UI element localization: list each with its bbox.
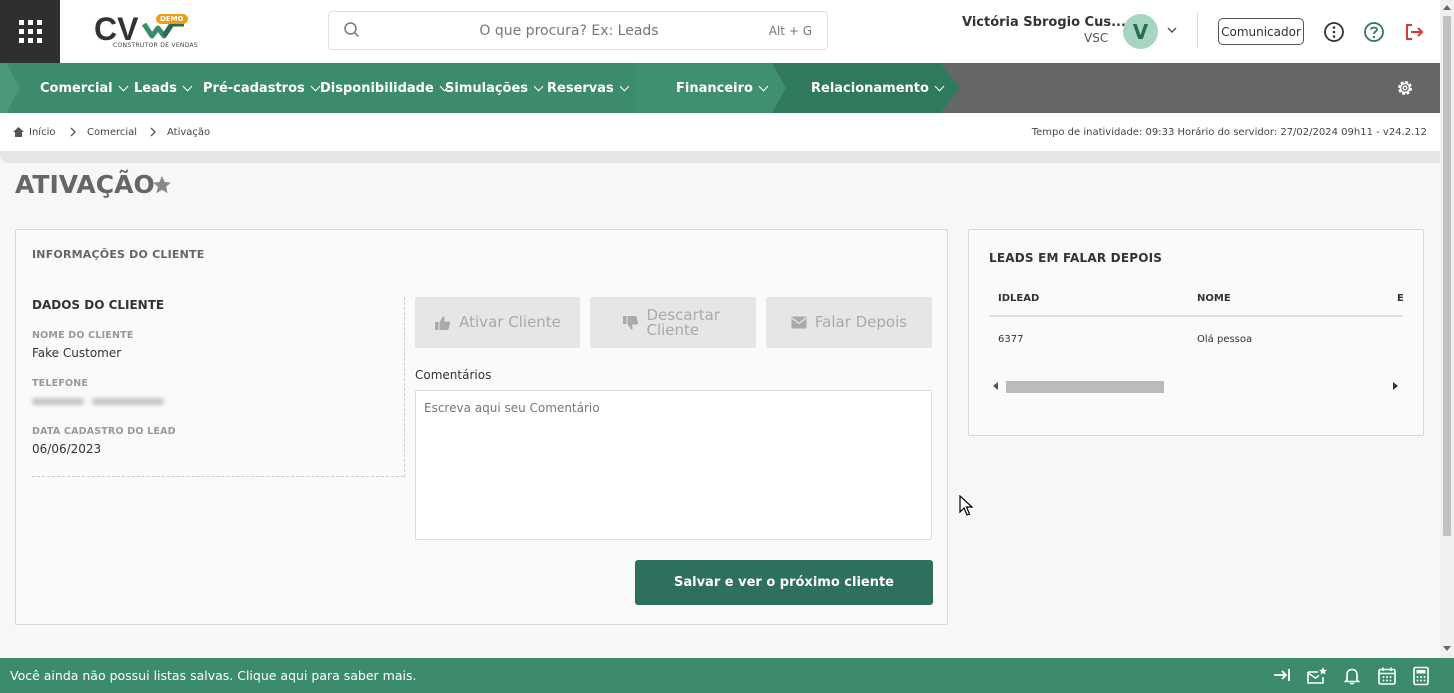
chevron-down-icon — [118, 81, 129, 91]
calculator-icon[interactable] — [1412, 666, 1430, 686]
discard-client-button[interactable]: Descartar Cliente — [590, 297, 756, 348]
chevron-down-icon — [619, 81, 630, 91]
search-icon — [344, 22, 360, 38]
user-org: VSC — [1084, 31, 1109, 45]
breadcrumb-home[interactable]: Início — [29, 127, 55, 138]
cell-nome: Olá pessoa — [1197, 334, 1253, 345]
scroll-left-arrow[interactable] — [993, 382, 998, 390]
cell-idlead: 6377 — [998, 334, 1024, 345]
lead-date-value: 06/06/2023 — [32, 442, 102, 456]
home-icon[interactable] — [12, 126, 25, 138]
chevron-down-icon[interactable] — [1166, 24, 1178, 36]
footer-bar: Você ainda não possui listas salvas. Cli… — [0, 658, 1454, 693]
section-title: DADOS DO CLIENTE — [32, 298, 165, 312]
chevron-down-icon — [758, 81, 769, 91]
thumbs-up-icon — [435, 316, 451, 330]
apps-menu-button[interactable] — [0, 0, 60, 63]
nav-item-pre-cadastros[interactable]: Pré-cadastros — [203, 63, 321, 113]
comments-label: Comentários — [415, 368, 492, 382]
search-shortcut: Alt + G — [768, 24, 812, 38]
logo-subtitle: CONSTRUTOR DE VENDAS — [113, 42, 199, 49]
column-header-idlead[interactable]: IDLEAD — [998, 293, 1039, 304]
gear-icon[interactable] — [1395, 78, 1415, 98]
save-next-button[interactable]: Salvar e ver o próximo cliente — [635, 560, 933, 605]
breadcrumb-ativacao: Ativação — [167, 127, 211, 138]
nav-item-simulacoes[interactable]: Simulações — [445, 63, 544, 113]
leads-later-card: LEADS EM FALAR DEPOIS IDLEAD NOME E 6377… — [968, 229, 1424, 436]
calendar-icon[interactable] — [1377, 666, 1397, 686]
nav-item-comercial[interactable]: Comercial — [40, 63, 129, 113]
card-title: INFORMAÇÕES DO CLIENTE — [32, 248, 205, 261]
logout-icon[interactable] — [1403, 21, 1425, 43]
nav-item-disponibilidade[interactable]: Disponibilidade — [320, 63, 450, 113]
phone-label: TELEFONE — [32, 378, 89, 389]
envelope-icon — [791, 316, 807, 329]
chevron-down-icon — [934, 81, 945, 91]
thumbs-down-icon — [622, 315, 638, 329]
saved-lists-notice[interactable]: Você ainda não possui listas salvas. Cli… — [10, 668, 416, 683]
chevron-down-icon — [310, 81, 321, 91]
nav-item-leads[interactable]: Leads — [134, 63, 193, 113]
top-header: CV DEMO CONSTRUTOR DE VENDAS Alt + G Vic… — [0, 0, 1440, 63]
breadcrumb-comercial[interactable]: Comercial — [87, 127, 137, 138]
phone-value-blurred — [32, 394, 166, 408]
bell-icon[interactable] — [1343, 666, 1361, 686]
scroll-down-arrow[interactable] — [1443, 646, 1451, 651]
page-title: ATIVAÇÃO — [15, 170, 155, 199]
client-name-label: NOME DO CLIENTE — [32, 330, 134, 341]
chevron-down-icon — [533, 81, 544, 91]
chevron-right-icon — [150, 127, 156, 137]
column-header-nome[interactable]: NOME — [1197, 293, 1231, 304]
grid-icon — [18, 20, 42, 43]
talk-later-button[interactable]: Falar Depois — [766, 297, 932, 348]
user-name[interactable]: Victória Sbrogio Cus... — [962, 15, 1126, 30]
more-options-icon[interactable] — [1323, 21, 1345, 43]
scroll-right-arrow[interactable] — [1393, 382, 1398, 390]
breadcrumb: Início Comercial Ativação Tempo de inati… — [0, 113, 1440, 153]
star-icon[interactable] — [151, 175, 173, 195]
nav-item-reservas[interactable]: Reservas — [547, 63, 630, 113]
chevron-down-icon — [182, 81, 193, 91]
lead-date-label: DATA CADASTRO DO LEAD — [32, 426, 176, 437]
comments-textarea[interactable] — [415, 390, 932, 540]
global-search[interactable]: Alt + G — [328, 11, 828, 50]
scroll-up-arrow[interactable] — [1443, 5, 1451, 10]
scrollbar-thumb[interactable] — [1443, 16, 1451, 536]
collapse-right-icon[interactable] — [1272, 666, 1292, 684]
mail-star-icon[interactable] — [1306, 666, 1328, 686]
client-info-card: INFORMAÇÕES DO CLIENTE DADOS DO CLIENTE … — [15, 229, 948, 625]
activate-client-button[interactable]: Ativar Cliente — [415, 297, 580, 348]
communicator-button[interactable]: Comunicador — [1218, 18, 1304, 45]
logo-demo-badge: DEMO — [156, 14, 188, 24]
chevron-right-icon — [70, 127, 76, 137]
search-input[interactable] — [369, 12, 769, 49]
client-name-value: Fake Customer — [32, 346, 122, 360]
main-nav: Comercial Leads Pré-cadastros Disponibil… — [0, 63, 1440, 113]
server-status: Tempo de inatividade: 09:33 Horário do s… — [1031, 127, 1427, 138]
nav-item-financeiro[interactable]: Financeiro — [676, 63, 769, 113]
nav-item-relacionamento[interactable]: Relacionamento — [811, 63, 945, 113]
avatar[interactable]: V — [1123, 14, 1158, 49]
horizontal-scrollbar[interactable] — [1006, 381, 1164, 393]
header-divider — [1197, 12, 1198, 48]
mouse-cursor-icon — [959, 495, 973, 516]
help-icon[interactable] — [1363, 21, 1385, 43]
column-header-e[interactable]: E — [1397, 293, 1404, 304]
card-title: LEADS EM FALAR DEPOIS — [989, 251, 1163, 265]
vertical-scrollbar[interactable] — [1440, 0, 1454, 658]
